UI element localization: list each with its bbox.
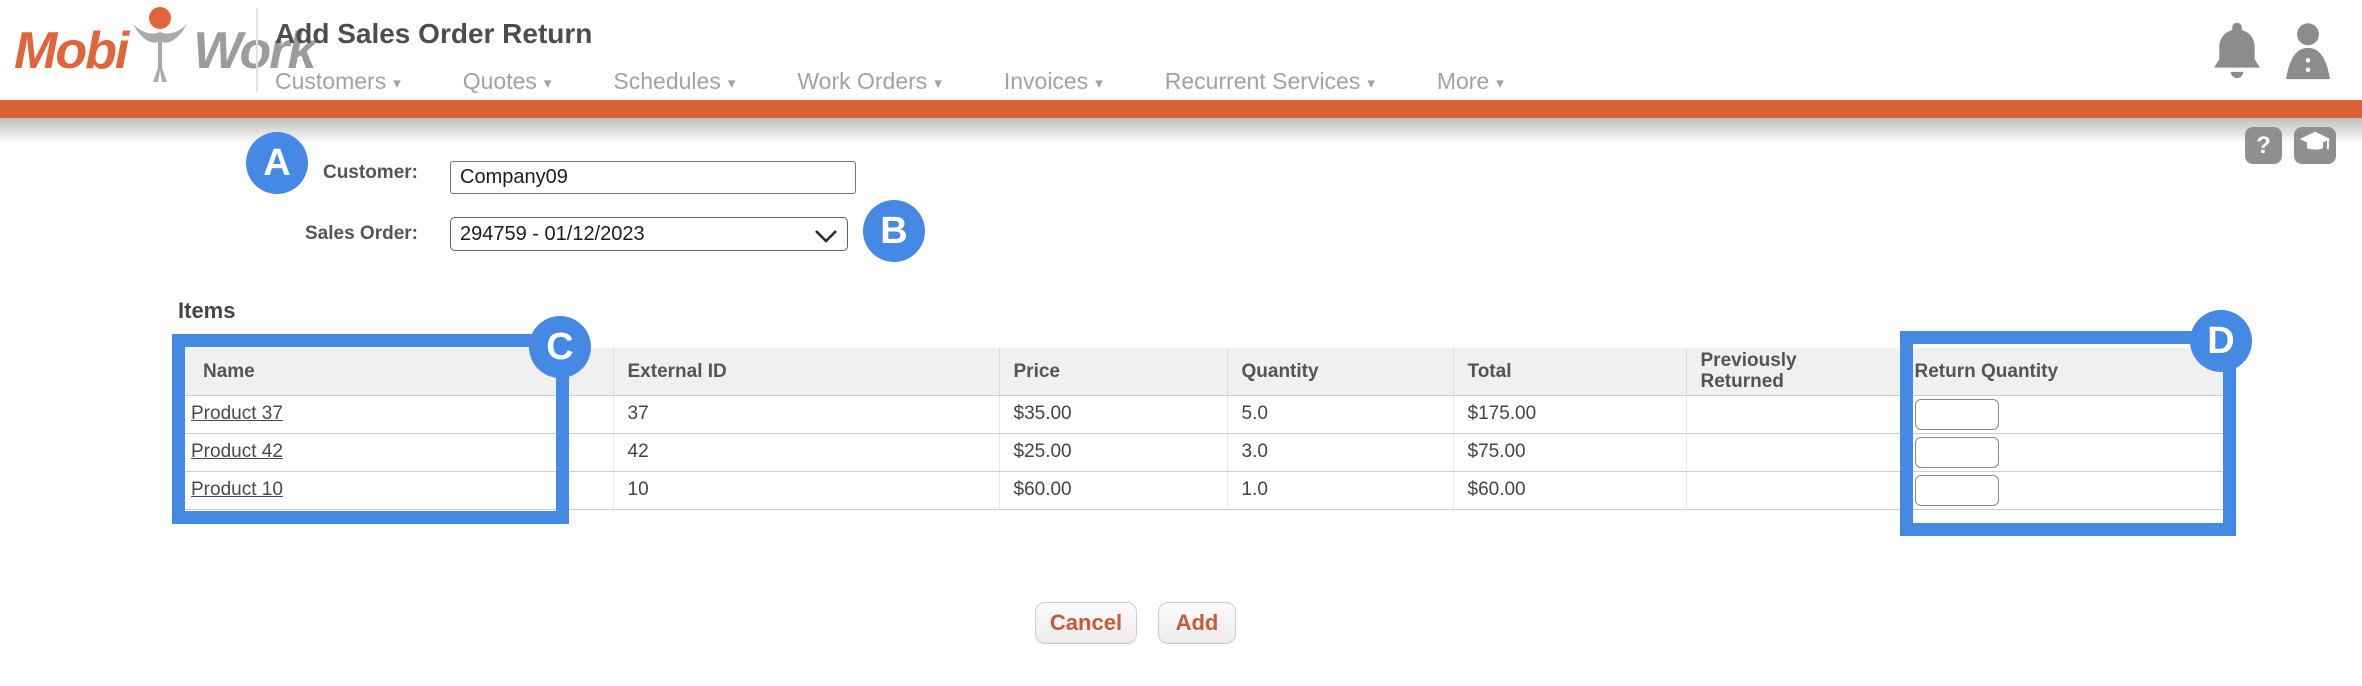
logo-text-mobi: Mobi (14, 21, 127, 81)
col-header-quantity: Quantity (1227, 348, 1453, 395)
annotation-circle-b: B (863, 200, 925, 262)
customer-input[interactable] (450, 161, 856, 194)
price-cell: $35.00 (999, 395, 1227, 433)
chevron-down-icon: ▾ (1095, 74, 1103, 92)
user-profile-icon[interactable] (2284, 22, 2332, 87)
nav-recurrent-services[interactable]: Recurrent Services ▾ (1165, 68, 1375, 95)
nav-label: Schedules (613, 68, 720, 95)
price-cell: $25.00 (999, 433, 1227, 471)
page: Mobi Work Add Sales Order Return Custome… (0, 0, 2362, 686)
help-button[interactable]: ? (2245, 127, 2282, 164)
total-cell: $60.00 (1453, 471, 1686, 509)
nav-label: More (1437, 68, 1489, 95)
col-header-name: Name (185, 348, 613, 395)
col-header-price: Price (999, 348, 1227, 395)
nav-label: Quotes (463, 68, 537, 95)
table-row: Product 37 37 $35.00 5.0 $175.00 (185, 395, 2225, 433)
nav-work-orders[interactable]: Work Orders ▾ (797, 68, 941, 95)
quantity-cell: 1.0 (1227, 471, 1453, 509)
items-heading: Items (178, 298, 235, 324)
previously-returned-cell (1686, 471, 1900, 509)
chevron-down-icon: ▾ (544, 74, 552, 92)
nav-more[interactable]: More ▾ (1437, 68, 1504, 95)
chevron-down-icon: ▾ (728, 74, 736, 92)
nav-label: Customers (275, 68, 386, 95)
nav-label: Recurrent Services (1165, 68, 1361, 95)
external-id-cell: 37 (613, 395, 999, 433)
add-button[interactable]: Add (1158, 602, 1236, 644)
main-nav: Customers ▾ Quotes ▾ Schedules ▾ Work Or… (275, 68, 1504, 95)
external-id-cell: 10 (613, 471, 999, 509)
table-header-row: Name External ID Price Quantity Total Pr… (185, 348, 2225, 395)
training-button[interactable] (2294, 127, 2336, 164)
col-header-total: Total (1453, 348, 1686, 395)
header-divider (256, 8, 258, 92)
price-cell: $60.00 (999, 471, 1227, 509)
previously-returned-cell (1686, 433, 1900, 471)
nav-schedules[interactable]: Schedules ▾ (613, 68, 735, 95)
cancel-button[interactable]: Cancel (1035, 602, 1137, 644)
chevron-down-icon: ▾ (393, 74, 401, 92)
nav-label: Work Orders (797, 68, 927, 95)
previously-returned-cell (1686, 395, 1900, 433)
return-quantity-input[interactable] (1915, 437, 1999, 468)
return-quantity-input[interactable] (1915, 399, 1999, 430)
product-link[interactable]: Product 42 (191, 441, 283, 462)
col-header-return-quantity: Return Quantity (1900, 348, 2225, 395)
quantity-cell: 5.0 (1227, 395, 1453, 433)
nav-invoices[interactable]: Invoices ▾ (1004, 68, 1103, 95)
quantity-cell: 3.0 (1227, 433, 1453, 471)
nav-quotes[interactable]: Quotes ▾ (463, 68, 552, 95)
customer-label: Customer: (230, 162, 418, 184)
mobiwork-logo[interactable]: Mobi Work (14, 8, 314, 94)
table-row: Product 10 10 $60.00 1.0 $60.00 (185, 471, 2225, 509)
total-cell: $175.00 (1453, 395, 1686, 433)
header-shadow (0, 118, 2362, 144)
accent-bar (0, 100, 2362, 118)
product-link[interactable]: Product 10 (191, 479, 283, 500)
col-header-previously-returned: Previously Returned (1686, 348, 1900, 395)
return-quantity-input[interactable] (1915, 475, 1999, 506)
chevron-down-icon: ▾ (934, 74, 942, 92)
notifications-bell-icon[interactable] (2212, 20, 2262, 87)
question-mark-icon: ? (2256, 132, 2271, 160)
col-header-external-id: External ID (613, 348, 999, 395)
nav-label: Invoices (1004, 68, 1088, 95)
external-id-cell: 42 (613, 433, 999, 471)
sales-order-label: Sales Order: (230, 223, 418, 245)
page-title: Add Sales Order Return (275, 18, 592, 50)
sales-order-select[interactable]: 294759 - 01/12/2023 (450, 217, 848, 251)
chevron-down-icon: ▾ (1367, 74, 1375, 92)
nav-customers[interactable]: Customers ▾ (275, 68, 401, 95)
chevron-down-icon: ▾ (1496, 74, 1504, 92)
header: Mobi Work Add Sales Order Return Custome… (0, 0, 2362, 100)
logo-person-icon (129, 6, 191, 89)
items-table: Name External ID Price Quantity Total Pr… (185, 348, 2226, 510)
table-row: Product 42 42 $25.00 3.0 $75.00 (185, 433, 2225, 471)
total-cell: $75.00 (1453, 433, 1686, 471)
product-link[interactable]: Product 37 (191, 403, 283, 424)
graduation-cap-icon (2299, 130, 2331, 161)
